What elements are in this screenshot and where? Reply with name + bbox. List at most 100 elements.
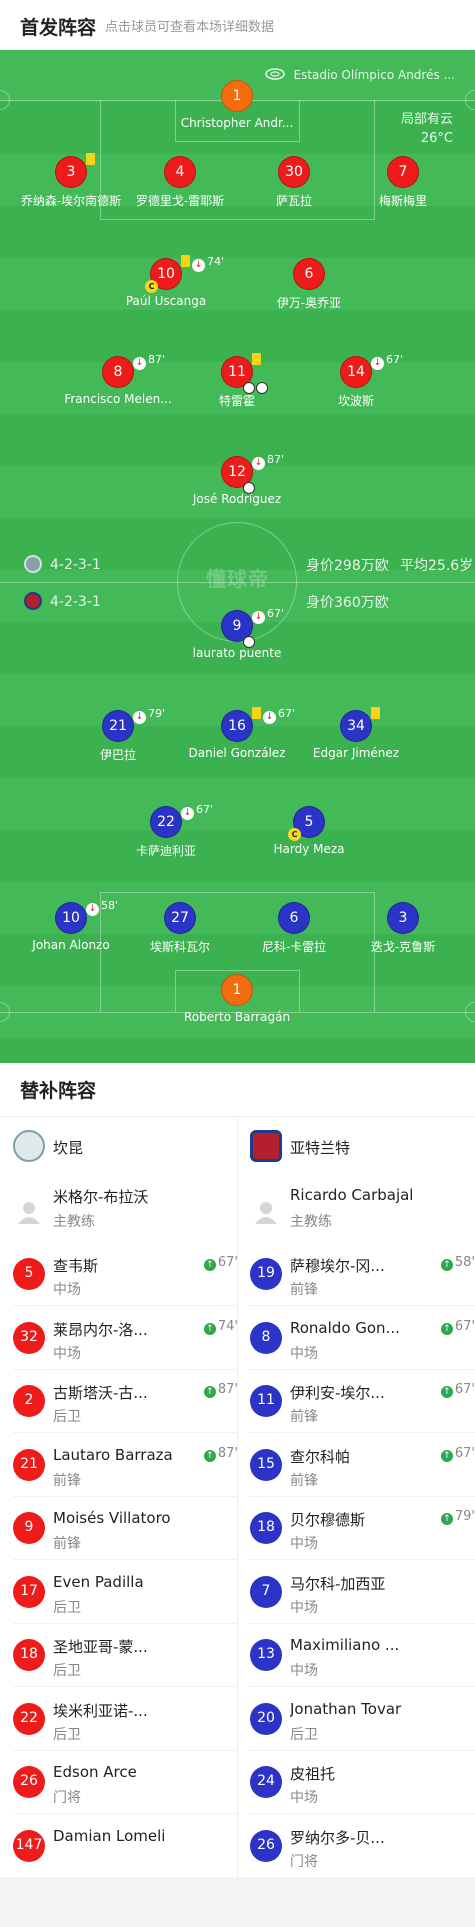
home-player[interactable]: 8 ↓ 87' Francisco Melen... xyxy=(58,353,178,406)
player-number-text: 14 xyxy=(347,364,365,380)
lineup-title: 首发阵容 xyxy=(20,17,97,39)
player-name: 埃斯科瓦尔 xyxy=(149,940,210,954)
away-sub-row[interactable]: 11 伊利安-埃尔... 前锋 ↑ 67' xyxy=(250,1370,475,1433)
sub-in-time: ↑ 67' xyxy=(440,1319,475,1335)
away-player[interactable]: 21 ↓ 79' 伊巴拉 xyxy=(58,707,178,763)
home-player[interactable]: 3 乔纳森-埃尔南德斯 xyxy=(11,153,131,209)
sub-position: 中场 xyxy=(53,1282,81,1298)
player-number: 4 xyxy=(164,156,196,188)
sub-in-minute: 67' xyxy=(454,1445,475,1461)
captain-icon: C xyxy=(145,280,158,293)
player-name: Francisco Melen... xyxy=(64,392,172,406)
player-events: ↓ 74' xyxy=(181,255,224,272)
sub-in-time: ↑ 87' xyxy=(203,1445,238,1462)
home-sub-row[interactable]: 9 Moisés Villatoro 前锋 xyxy=(13,1497,238,1560)
player-number-text: 10 xyxy=(157,266,175,282)
home-formation: 4-2-3-1 xyxy=(24,555,101,573)
away-player[interactable]: 34 Edgar Jiménez xyxy=(296,707,416,760)
sub-position: 门将 xyxy=(290,1853,318,1870)
home-team-crest-icon xyxy=(13,1130,45,1162)
away-sub-row[interactable]: 15 查尔科帕 前锋 ↑ 67' xyxy=(250,1434,475,1497)
player-number-text: 3 xyxy=(398,910,408,926)
home-sub-row[interactable]: 26 Edson Arce 门将 xyxy=(13,1751,238,1814)
yellow-card-icon xyxy=(252,707,261,719)
sub-in-time: ↑ 58' xyxy=(440,1255,475,1271)
away-player[interactable]: 1 Roberto Barragán xyxy=(177,974,297,1024)
player-number: 7 xyxy=(387,156,419,188)
sub-name: Even Padilla xyxy=(53,1572,144,1591)
sub-number: 8 xyxy=(250,1321,282,1354)
away-player[interactable]: 5 C Hardy Meza xyxy=(249,806,369,856)
away-player[interactable]: 10 ↓ 58' Johan Alonzo xyxy=(11,899,131,952)
player-number: 8 ↓ 87' xyxy=(102,353,165,388)
sub-name: Ronaldo Gon... xyxy=(290,1318,400,1337)
home-sub-row[interactable]: 17 Even Padilla 后卫 xyxy=(13,1561,238,1624)
away-sub-row[interactable]: 7 马尔科-加西亚 中场 xyxy=(250,1561,475,1624)
away-sub-row[interactable]: 26 罗纳尔多-贝... 门将 xyxy=(250,1815,475,1878)
away-player[interactable]: 6 尼科-卡雷拉 xyxy=(234,902,354,955)
away-player[interactable]: 9 ↓ 67' laurato puente xyxy=(177,607,297,660)
home-player[interactable]: 12 ↓ 87' José Rodríguez xyxy=(177,453,297,506)
player-name: Paúl Uscanga xyxy=(125,294,207,308)
away-player[interactable]: 22 ↓ 67' 卡萨迪利亚 xyxy=(106,803,226,859)
away-player[interactable]: 3 迭戈-克鲁斯 xyxy=(343,902,463,955)
home-player[interactable]: 6 伊万-奥乔亚 xyxy=(249,258,369,311)
sub-name: 罗纳尔多-贝... xyxy=(290,1828,385,1847)
away-sub-row[interactable]: 8 Ronaldo Gon... 中场 ↑ 67' xyxy=(250,1307,475,1370)
away-sub-row[interactable]: 13 Maximiliano ... 中场 xyxy=(250,1624,475,1687)
sub-in-icon: ↑ xyxy=(440,1259,453,1271)
away-player[interactable]: 27 埃斯科瓦尔 xyxy=(120,902,240,955)
sub-number: 15 xyxy=(250,1448,282,1481)
player-name: José Rodríguez xyxy=(192,492,282,506)
sub-in-time: ↑ 67' xyxy=(440,1382,475,1398)
home-sub-row[interactable]: 147 Damian Lomeli xyxy=(13,1815,238,1878)
sub-in-icon: ↑ xyxy=(203,1259,216,1271)
home-sub-row[interactable]: 5 查韦斯 中场 ↑ 67' xyxy=(13,1243,238,1306)
sub-name: 皮祖托 xyxy=(290,1765,336,1783)
away-player[interactable]: 16 ↓ 67' Daniel González xyxy=(177,707,297,760)
sub-position: 中场 xyxy=(290,1345,318,1362)
player-events: ↓ 67' xyxy=(371,353,403,370)
sub-position: 前锋 xyxy=(290,1472,318,1489)
home-player[interactable]: 11 特雷霍 xyxy=(177,353,297,409)
home-sub-row[interactable]: 22 埃米利亚诺-... 后卫 xyxy=(13,1688,238,1751)
sub-position: 前锋 xyxy=(53,1472,81,1489)
home-player[interactable]: 14 ↓ 67' 坎波斯 xyxy=(296,353,416,409)
player-name: 乔纳森-埃尔南德斯 xyxy=(20,194,122,208)
sub-number: 11 xyxy=(250,1385,282,1417)
home-player[interactable]: 30 萨瓦拉 xyxy=(234,156,354,209)
weather-info: 局部有云 26°C xyxy=(401,110,453,148)
sub-name: Edson Arce xyxy=(53,1763,137,1781)
bottom-area xyxy=(0,1877,475,1927)
home-player[interactable]: 7 梅斯梅里 xyxy=(343,156,463,209)
sub-number: 26 xyxy=(13,1766,45,1798)
sub-position: 门将 xyxy=(53,1790,81,1806)
sub-out-icon: ↓ xyxy=(371,357,384,370)
sub-in-minute: 87' xyxy=(217,1445,238,1461)
away-sub-row[interactable]: 18 贝尔穆德斯 中场 ↑ 79' xyxy=(250,1497,475,1560)
sub-position: 后卫 xyxy=(53,1726,81,1743)
home-player[interactable]: 4 罗德里戈-雷耶斯 xyxy=(120,156,240,209)
sub-out-icon: ↓ xyxy=(86,903,99,916)
player-number-text: 10 xyxy=(62,910,80,926)
sub-number: 18 xyxy=(250,1512,282,1544)
home-sub-row[interactable]: 32 莱昂内尔-洛... 中场 ↑ 74' xyxy=(13,1307,238,1370)
sub-out-icon: ↓ xyxy=(252,611,265,624)
player-number-text: 4 xyxy=(175,164,185,180)
home-coach-role: 主教练 xyxy=(53,1214,95,1230)
away-sub-row[interactable]: 20 Jonathan Tovar 后卫 xyxy=(250,1688,475,1751)
away-sub-row[interactable]: 24 皮祖托 中场 xyxy=(250,1751,475,1814)
player-number: 21 ↓ 79' xyxy=(102,707,165,742)
sub-name: 埃米利亚诺-... xyxy=(53,1701,148,1720)
player-number-text: 22 xyxy=(157,814,175,830)
away-coach-name: Ricardo Carbajal xyxy=(290,1186,414,1204)
home-sub-row[interactable]: 2 古斯塔沃-古... 后卫 ↑ 87' xyxy=(13,1370,238,1433)
sub-out-icon: ↓ xyxy=(252,457,265,470)
sub-position: 后卫 xyxy=(290,1726,318,1743)
player-name: Christopher Andr... xyxy=(180,116,294,130)
home-player[interactable]: 10 ↓ 74' C Paúl Uscanga xyxy=(106,255,226,308)
home-sub-row[interactable]: 18 圣地亚哥-蒙... 后卫 xyxy=(13,1624,238,1687)
home-sub-row[interactable]: 21 Lautaro Barraza 前锋 ↑ 87' xyxy=(13,1434,238,1497)
home-player[interactable]: 1 Christopher Andr... xyxy=(177,80,297,130)
away-sub-row[interactable]: 19 萨穆埃尔-冈... 前锋 ↑ 58' xyxy=(250,1243,475,1306)
